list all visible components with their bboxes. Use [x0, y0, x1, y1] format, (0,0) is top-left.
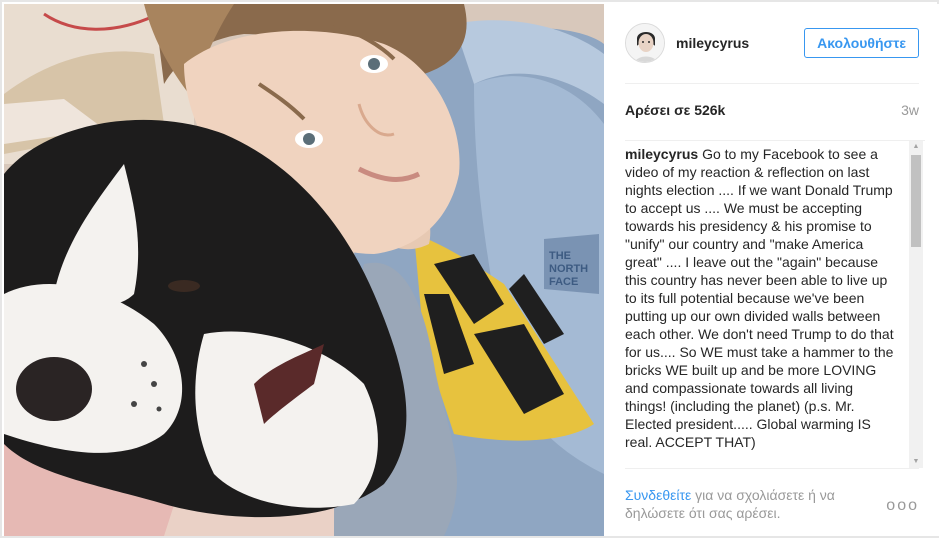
post-details-panel: mileycyrus Ακολουθήστε Αρέσει σε 526k 3w…	[604, 4, 939, 536]
post-modal: THE NORTH FACE mileycyrus Ακολουθήστε Αρ…	[0, 0, 939, 538]
likes-count[interactable]: Αρέσει σε 526k	[625, 102, 725, 118]
caption-username[interactable]: mileycyrus	[625, 146, 698, 162]
svg-text:FACE: FACE	[549, 276, 578, 288]
post-header: mileycyrus Ακολουθήστε	[625, 4, 919, 84]
post-time[interactable]: 3w	[901, 102, 919, 118]
svg-text:NORTH: NORTH	[549, 263, 588, 275]
likes-row: Αρέσει σε 526k 3w	[625, 102, 919, 122]
scrollbar-thumb[interactable]	[911, 155, 921, 247]
login-link[interactable]: Συνδεθείτε	[625, 487, 691, 503]
svg-text:THE: THE	[549, 250, 571, 262]
post-photo-image: THE NORTH FACE	[4, 4, 604, 536]
comments-section: mileycyrus Go to my Facebook to see a vi…	[625, 140, 925, 468]
profile-avatar-icon[interactable]	[625, 23, 665, 63]
login-prompt: Συνδεθείτε για να σχολιάσετε ή να δηλώσε…	[625, 486, 875, 522]
caption: mileycyrus Go to my Facebook to see a vi…	[625, 145, 897, 467]
scroll-down-icon[interactable]: ▼	[909, 456, 923, 468]
scroll-up-icon[interactable]: ▲	[909, 141, 923, 153]
follow-button[interactable]: Ακολουθήστε	[804, 28, 919, 58]
post-photo[interactable]: THE NORTH FACE	[4, 4, 604, 536]
more-options-icon[interactable]: ooo	[886, 497, 919, 515]
caption-text: Go to my Facebook to see a video of my r…	[625, 146, 894, 450]
post-footer: Συνδεθείτε για να σχολιάσετε ή να δηλώσε…	[625, 468, 919, 536]
username-link[interactable]: mileycyrus	[676, 35, 749, 51]
comments-scrollbar[interactable]: ▲ ▼	[909, 141, 923, 468]
